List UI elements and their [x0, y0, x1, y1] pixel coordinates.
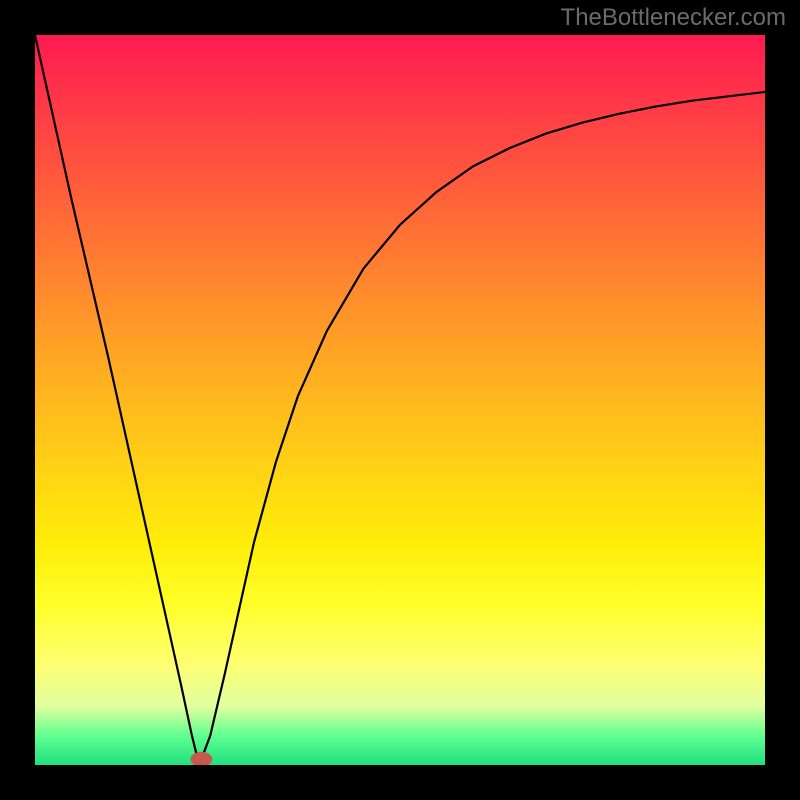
- watermark-text: TheBottleneсker.com: [561, 4, 786, 32]
- bottleneck-marker: [190, 752, 212, 765]
- chart-svg: [35, 35, 765, 765]
- bottleneck-curve: [35, 35, 765, 765]
- chart-frame: TheBottleneсker.com: [0, 0, 800, 800]
- plot-area: [35, 35, 765, 765]
